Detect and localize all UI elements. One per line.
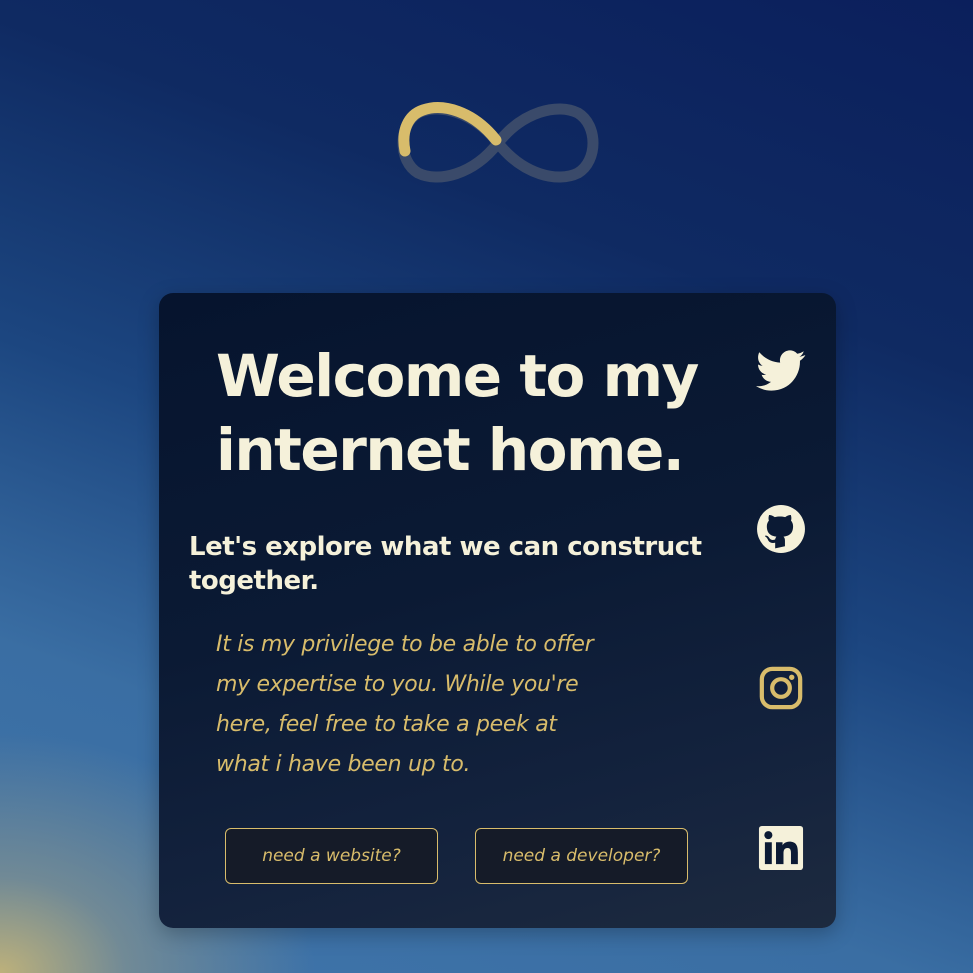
intro-line: my expertise to you. While you're [216,672,579,697]
title-line-2: internet home. [216,416,685,484]
instagram-link[interactable] [755,662,807,714]
instagram-icon [759,666,803,710]
page-subtitle: Let's explore what we can construct toge… [189,532,702,596]
title-line-1: Welcome to my [216,342,699,410]
welcome-card: Welcome to my internet home. Let's explo… [159,293,836,928]
github-icon [757,505,805,553]
page-title: Welcome to my internet home. [216,339,736,487]
linkedin-link[interactable] [755,822,807,874]
twitter-icon [756,350,806,391]
intro-line: what i have been up to. [216,752,471,777]
infinity-progress [398,102,502,157]
need-website-button[interactable]: need a website? [225,828,438,884]
github-link[interactable] [755,503,807,555]
infinity-icon [397,102,599,183]
need-developer-button[interactable]: need a developer? [475,828,688,884]
linkedin-icon [758,825,804,871]
twitter-link[interactable] [755,345,807,397]
intro-line: It is my privilege to be able to offer [216,632,594,657]
intro-line: here, feel free to take a peek at [216,712,557,737]
intro-paragraph: It is my privilege to be able to offer m… [216,625,606,785]
infinity-loader [393,93,603,193]
